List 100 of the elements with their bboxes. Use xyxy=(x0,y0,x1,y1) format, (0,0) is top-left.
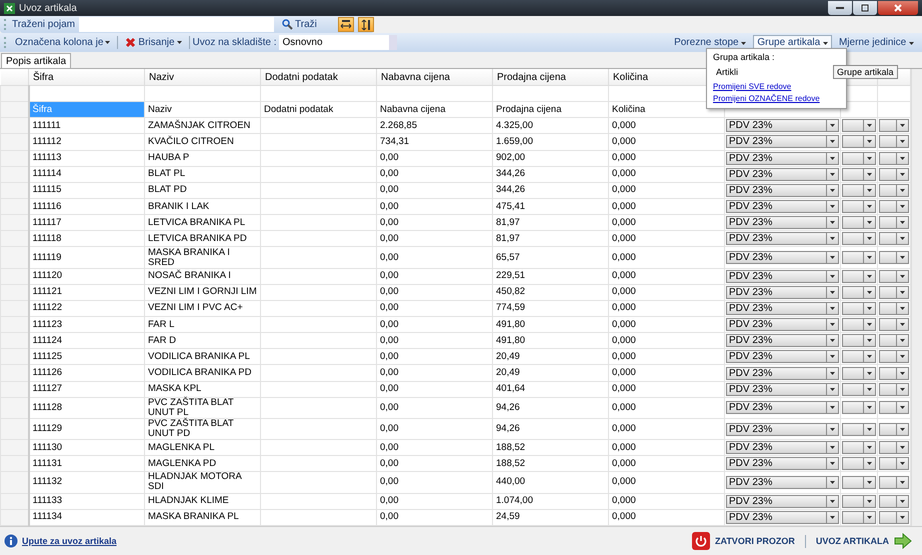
tax-rate-dropdown[interactable]: PDV 23% xyxy=(726,457,839,470)
group-dropdown[interactable] xyxy=(842,119,876,132)
group-dropdown[interactable] xyxy=(842,270,876,283)
column-header[interactable]: Prodajna cijena xyxy=(492,69,608,86)
tax-rate-dropdown[interactable]: PDV 23% xyxy=(726,441,839,454)
unit-dropdown[interactable] xyxy=(879,251,909,264)
tax-rate-dropdown[interactable]: PDV 23% xyxy=(726,334,839,348)
tax-rate-dropdown[interactable]: PDV 23% xyxy=(726,135,839,148)
unit-dropdown[interactable] xyxy=(879,119,909,132)
tax-rate-dropdown[interactable]: PDV 23% xyxy=(726,168,839,181)
filter-cell[interactable] xyxy=(144,86,260,102)
marked-column-menu[interactable]: Označena kolona je xyxy=(11,37,114,48)
group-dropdown[interactable] xyxy=(842,200,876,214)
tax-rate-dropdown[interactable]: PDV 23% xyxy=(726,200,839,214)
delete-menu[interactable]: Brisanje xyxy=(121,37,186,48)
unit-dropdown[interactable] xyxy=(879,494,909,508)
filter-cell[interactable] xyxy=(376,86,492,102)
unit-dropdown[interactable] xyxy=(879,135,909,148)
unit-dropdown[interactable] xyxy=(879,510,909,524)
tax-rate-dropdown[interactable]: PDV 23% xyxy=(726,476,839,489)
group-dropdown[interactable] xyxy=(842,334,876,348)
group-dropdown[interactable] xyxy=(842,476,876,489)
maximize-button[interactable] xyxy=(853,1,877,15)
group-dropdown[interactable] xyxy=(842,232,876,246)
unit-dropdown[interactable] xyxy=(879,334,909,348)
unit-dropdown[interactable] xyxy=(879,270,909,283)
group-dropdown[interactable] xyxy=(842,135,876,148)
tab[interactable]: Popis artikala xyxy=(1,53,72,68)
group-dropdown[interactable] xyxy=(842,401,876,414)
unit-dropdown[interactable] xyxy=(879,302,909,315)
tax-rate-dropdown[interactable]: PDV 23% xyxy=(726,302,839,315)
autosize-rows-button[interactable] xyxy=(358,17,374,32)
filter-cell[interactable] xyxy=(260,86,376,102)
filter-cell[interactable] xyxy=(492,86,608,102)
table-cell: 475,41 xyxy=(492,198,608,215)
group-dropdown[interactable] xyxy=(842,494,876,508)
unit-dropdown[interactable] xyxy=(879,200,909,214)
group-dropdown[interactable] xyxy=(842,302,876,315)
unit-dropdown[interactable] xyxy=(879,401,909,414)
tax-rate-dropdown[interactable]: PDV 23% xyxy=(726,152,839,165)
unit-dropdown[interactable] xyxy=(879,422,909,436)
unit-dropdown[interactable] xyxy=(879,476,909,489)
tax-rate-dropdown[interactable]: PDV 23% xyxy=(726,184,839,197)
tax-rate-dropdown[interactable]: PDV 23% xyxy=(726,382,839,396)
unit-dropdown[interactable] xyxy=(879,382,909,396)
unit-dropdown[interactable] xyxy=(879,286,909,299)
unit-dropdown[interactable] xyxy=(879,318,909,332)
unit-dropdown[interactable] xyxy=(879,350,909,364)
column-header[interactable]: Šifra xyxy=(28,69,144,86)
help-link[interactable]: Upute za uvoz artikala xyxy=(22,536,117,546)
close-button[interactable] xyxy=(878,1,918,15)
unit-dropdown[interactable] xyxy=(879,184,909,197)
column-header[interactable]: Nabavna cijena xyxy=(376,69,492,86)
warehouse-dropdown[interactable]: Osnovno xyxy=(279,35,398,50)
group-dropdown[interactable] xyxy=(842,168,876,181)
tax-rate-dropdown[interactable]: PDV 23% xyxy=(726,366,839,380)
unit-dropdown[interactable] xyxy=(879,366,909,380)
tax-rate-dropdown[interactable]: PDV 23% xyxy=(726,232,839,246)
tax-rate-dropdown[interactable]: PDV 23% xyxy=(726,318,839,332)
minimize-button[interactable] xyxy=(828,1,852,15)
tax-rate-dropdown[interactable]: PDV 23% xyxy=(726,270,839,283)
search-button[interactable]: Traži xyxy=(278,19,334,30)
group-dropdown[interactable] xyxy=(842,382,876,396)
tax-rate-dropdown[interactable]: PDV 23% xyxy=(726,510,839,524)
toolbar-menu[interactable]: Mjerne jedinice xyxy=(834,35,918,50)
unit-dropdown[interactable] xyxy=(879,441,909,454)
unit-dropdown[interactable] xyxy=(879,457,909,470)
change-rows-link[interactable]: Promijeni OZNAČENE redove xyxy=(713,94,840,103)
tax-rate-dropdown[interactable]: PDV 23% xyxy=(726,350,839,364)
group-dropdown[interactable] xyxy=(842,350,876,364)
unit-dropdown[interactable] xyxy=(879,168,909,181)
close-window-button[interactable]: ZATVORI PROZOR xyxy=(686,532,801,550)
tax-rate-dropdown[interactable]: PDV 23% xyxy=(726,216,839,230)
import-button[interactable]: UVOZ ARTIKALA xyxy=(810,533,918,549)
autosize-columns-button[interactable] xyxy=(338,17,354,32)
tax-rate-dropdown[interactable]: PDV 23% xyxy=(726,251,839,264)
tax-rate-dropdown[interactable]: PDV 23% xyxy=(726,422,839,436)
scrollbar[interactable] xyxy=(911,69,922,526)
group-dropdown[interactable] xyxy=(842,510,876,524)
column-header[interactable]: Dodatni podatak xyxy=(260,69,376,86)
group-dropdown[interactable] xyxy=(842,318,876,332)
unit-dropdown[interactable] xyxy=(879,152,909,165)
tax-rate-dropdown[interactable]: PDV 23% xyxy=(726,286,839,299)
toolbar-menu[interactable]: Porezne stope xyxy=(670,35,750,50)
search-field[interactable] xyxy=(79,17,274,32)
group-dropdown[interactable] xyxy=(842,422,876,436)
group-dropdown[interactable] xyxy=(842,286,876,299)
tax-rate-dropdown[interactable]: PDV 23% xyxy=(726,401,839,414)
group-dropdown[interactable] xyxy=(842,251,876,264)
group-dropdown[interactable] xyxy=(842,441,876,454)
group-dropdown[interactable] xyxy=(842,366,876,380)
unit-dropdown[interactable] xyxy=(879,216,909,230)
group-dropdown[interactable] xyxy=(842,184,876,197)
tax-rate-dropdown[interactable]: PDV 23% xyxy=(726,119,839,132)
group-dropdown[interactable] xyxy=(842,152,876,165)
group-dropdown[interactable] xyxy=(842,457,876,470)
unit-dropdown[interactable] xyxy=(879,232,909,246)
column-header[interactable]: Naziv xyxy=(144,69,260,86)
tax-rate-dropdown[interactable]: PDV 23% xyxy=(726,494,839,508)
group-dropdown[interactable] xyxy=(842,216,876,230)
